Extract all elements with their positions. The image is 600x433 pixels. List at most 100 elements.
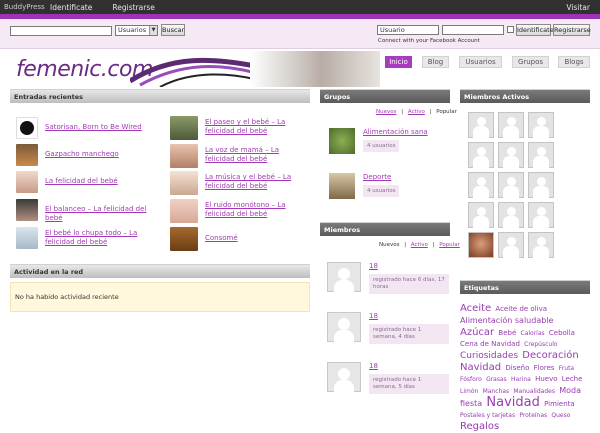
post-item[interactable]: El ruido monótono – La felicidad del beb… — [170, 199, 310, 223]
member-avatar[interactable] — [327, 312, 361, 342]
member-avatar[interactable] — [468, 172, 494, 198]
post-item[interactable]: El balanceo – La felicidad del bebé — [16, 199, 166, 223]
member-avatar-photo[interactable] — [468, 232, 494, 258]
member-avatar[interactable] — [528, 172, 554, 198]
post-link[interactable]: El balanceo – La felicidad del bebé — [45, 205, 166, 223]
visit-menu[interactable]: Visitar — [556, 3, 600, 12]
tag-link[interactable]: Navidad — [460, 362, 501, 373]
member-link[interactable]: 18 — [369, 312, 378, 320]
tag-link[interactable]: Harina — [511, 376, 531, 383]
register-button[interactable]: Registrarse — [553, 24, 591, 36]
tag-link[interactable]: Flores — [534, 364, 555, 372]
member-link[interactable]: 18 — [369, 362, 378, 370]
tag-link[interactable]: Manchas — [483, 388, 510, 395]
post-item[interactable]: El bebé lo chupa todo – La felicidad del… — [16, 227, 166, 249]
register-link[interactable]: Registrarse — [102, 3, 164, 12]
tag-link[interactable]: Postales y tarjetas — [460, 412, 515, 419]
member-avatar[interactable] — [528, 202, 554, 228]
member-avatar[interactable] — [498, 172, 524, 198]
tag-link[interactable]: Fósforo — [460, 376, 482, 383]
tab-grupos[interactable]: Grupos — [512, 56, 549, 68]
tag-link[interactable]: Crepúsculo — [524, 341, 557, 348]
post-link[interactable]: Satorisan, Born to Be Wired — [45, 123, 142, 132]
tag-link[interactable]: Diseño — [505, 364, 529, 372]
group-link[interactable]: Deporte — [363, 173, 391, 181]
member-item[interactable]: 18 registrado hace 1 semana, 4 días — [327, 312, 449, 344]
post-link[interactable]: Gazpacho manchego — [45, 150, 119, 159]
group-item[interactable]: Alimentación sana 4 usuarios — [329, 128, 428, 154]
tag-link[interactable]: Proteínas — [519, 412, 547, 419]
tag-link[interactable]: Azúcar — [460, 327, 494, 338]
post-item[interactable]: La música y el bebé – La felicidad del b… — [170, 171, 310, 195]
tab-inicio[interactable]: Inicio — [385, 56, 412, 68]
search-input[interactable] — [10, 26, 112, 36]
tag-link[interactable]: Aceite de oliva — [495, 305, 547, 313]
tag-link[interactable]: Cena de Navidad — [460, 340, 520, 348]
tag-link[interactable]: Curiosidades — [460, 351, 518, 361]
member-avatar[interactable] — [468, 142, 494, 168]
member-avatar[interactable] — [498, 142, 524, 168]
search-button[interactable]: Buscar — [161, 24, 185, 36]
member-avatar[interactable] — [498, 232, 524, 258]
post-link[interactable]: La voz de mamá – La felicidad del bebé — [205, 146, 310, 164]
post-link[interactable]: El paseo y el bebé – La felicidad del be… — [205, 118, 310, 136]
post-item[interactable]: Consomé — [170, 227, 310, 251]
tag-link[interactable]: Manualidades — [513, 388, 555, 395]
buddypress-logo[interactable]: BuddyPress — [0, 3, 45, 11]
tag-link[interactable]: Grasas — [486, 376, 507, 383]
groups-tab-popular[interactable]: Popular — [436, 109, 457, 115]
members-tab-nuevos[interactable]: Nuevos — [379, 242, 399, 248]
tab-usuarios[interactable]: Usuarios — [459, 56, 502, 68]
tag-link[interactable]: Calorías — [521, 330, 545, 337]
facebook-connect-link[interactable]: Connect with your Facebook Account — [378, 38, 480, 44]
member-avatar[interactable] — [468, 202, 494, 228]
post-item[interactable]: Satorisan, Born to Be Wired — [16, 117, 166, 139]
post-item[interactable]: La voz de mamá – La felicidad del bebé — [170, 144, 310, 168]
members-tab-activo[interactable]: Activo — [411, 242, 428, 248]
groups-tab-activo[interactable]: Activo — [408, 109, 425, 115]
tag-link[interactable]: Fruta — [559, 365, 574, 372]
post-link[interactable]: Consomé — [205, 234, 238, 243]
tag-link[interactable]: Cebolla — [549, 329, 575, 337]
member-avatar[interactable] — [528, 112, 554, 138]
post-link[interactable]: La felicidad del bebé — [45, 177, 118, 186]
tag-link[interactable]: Aceite — [460, 303, 491, 314]
member-item[interactable]: 18 registrado hace 1 semana, 5 días — [327, 362, 449, 394]
password-field[interactable] — [442, 25, 504, 35]
members-tab-popular[interactable]: Popular — [439, 242, 460, 248]
post-link[interactable]: El bebé lo chupa todo – La felicidad del… — [45, 229, 160, 247]
post-item[interactable]: El paseo y el bebé – La felicidad del be… — [170, 116, 310, 140]
tag-link[interactable]: Queso — [551, 412, 570, 419]
search-type-select[interactable]: Usuarios ▼ — [115, 25, 158, 36]
post-item[interactable]: La felicidad del bebé — [16, 171, 166, 193]
group-item[interactable]: Deporte 4 usuarios — [329, 173, 400, 199]
remember-checkbox[interactable] — [507, 26, 514, 33]
tab-blog[interactable]: Blog — [422, 56, 449, 68]
tag-link[interactable]: Bebé — [498, 329, 516, 337]
member-avatar[interactable] — [528, 232, 554, 258]
post-link[interactable]: El ruido monótono – La felicidad del beb… — [205, 201, 310, 219]
member-link[interactable]: 18 — [369, 262, 378, 270]
login-button[interactable]: Identificate — [516, 24, 554, 36]
tag-link[interactable]: Regalos — [460, 421, 499, 432]
tag-link[interactable]: Navidad — [486, 395, 539, 410]
member-avatar[interactable] — [327, 262, 361, 292]
group-link[interactable]: Alimentación sana — [363, 128, 428, 136]
tag-link[interactable]: Leche — [562, 375, 583, 383]
tag-link[interactable]: Decoración — [522, 350, 578, 361]
member-avatar[interactable] — [498, 112, 524, 138]
post-link[interactable]: La música y el bebé – La felicidad del b… — [205, 173, 310, 191]
tag-link[interactable]: Huevo — [535, 375, 557, 383]
username-field[interactable]: Usuario — [377, 25, 439, 35]
login-link[interactable]: Identificate — [40, 3, 102, 12]
tab-blogs[interactable]: Blogs — [558, 56, 590, 68]
member-avatar[interactable] — [528, 142, 554, 168]
post-item[interactable]: Gazpacho manchego — [16, 144, 166, 166]
tag-link[interactable]: Alimentación saludable — [460, 316, 553, 325]
member-avatar[interactable] — [468, 112, 494, 138]
tag-link[interactable]: Pimienta — [544, 400, 575, 408]
member-item[interactable]: 18 registrado hace 6 días, 17 horas — [327, 262, 449, 294]
groups-tab-nuevos[interactable]: Nuevos — [376, 109, 396, 115]
member-avatar[interactable] — [498, 202, 524, 228]
member-avatar[interactable] — [327, 362, 361, 392]
